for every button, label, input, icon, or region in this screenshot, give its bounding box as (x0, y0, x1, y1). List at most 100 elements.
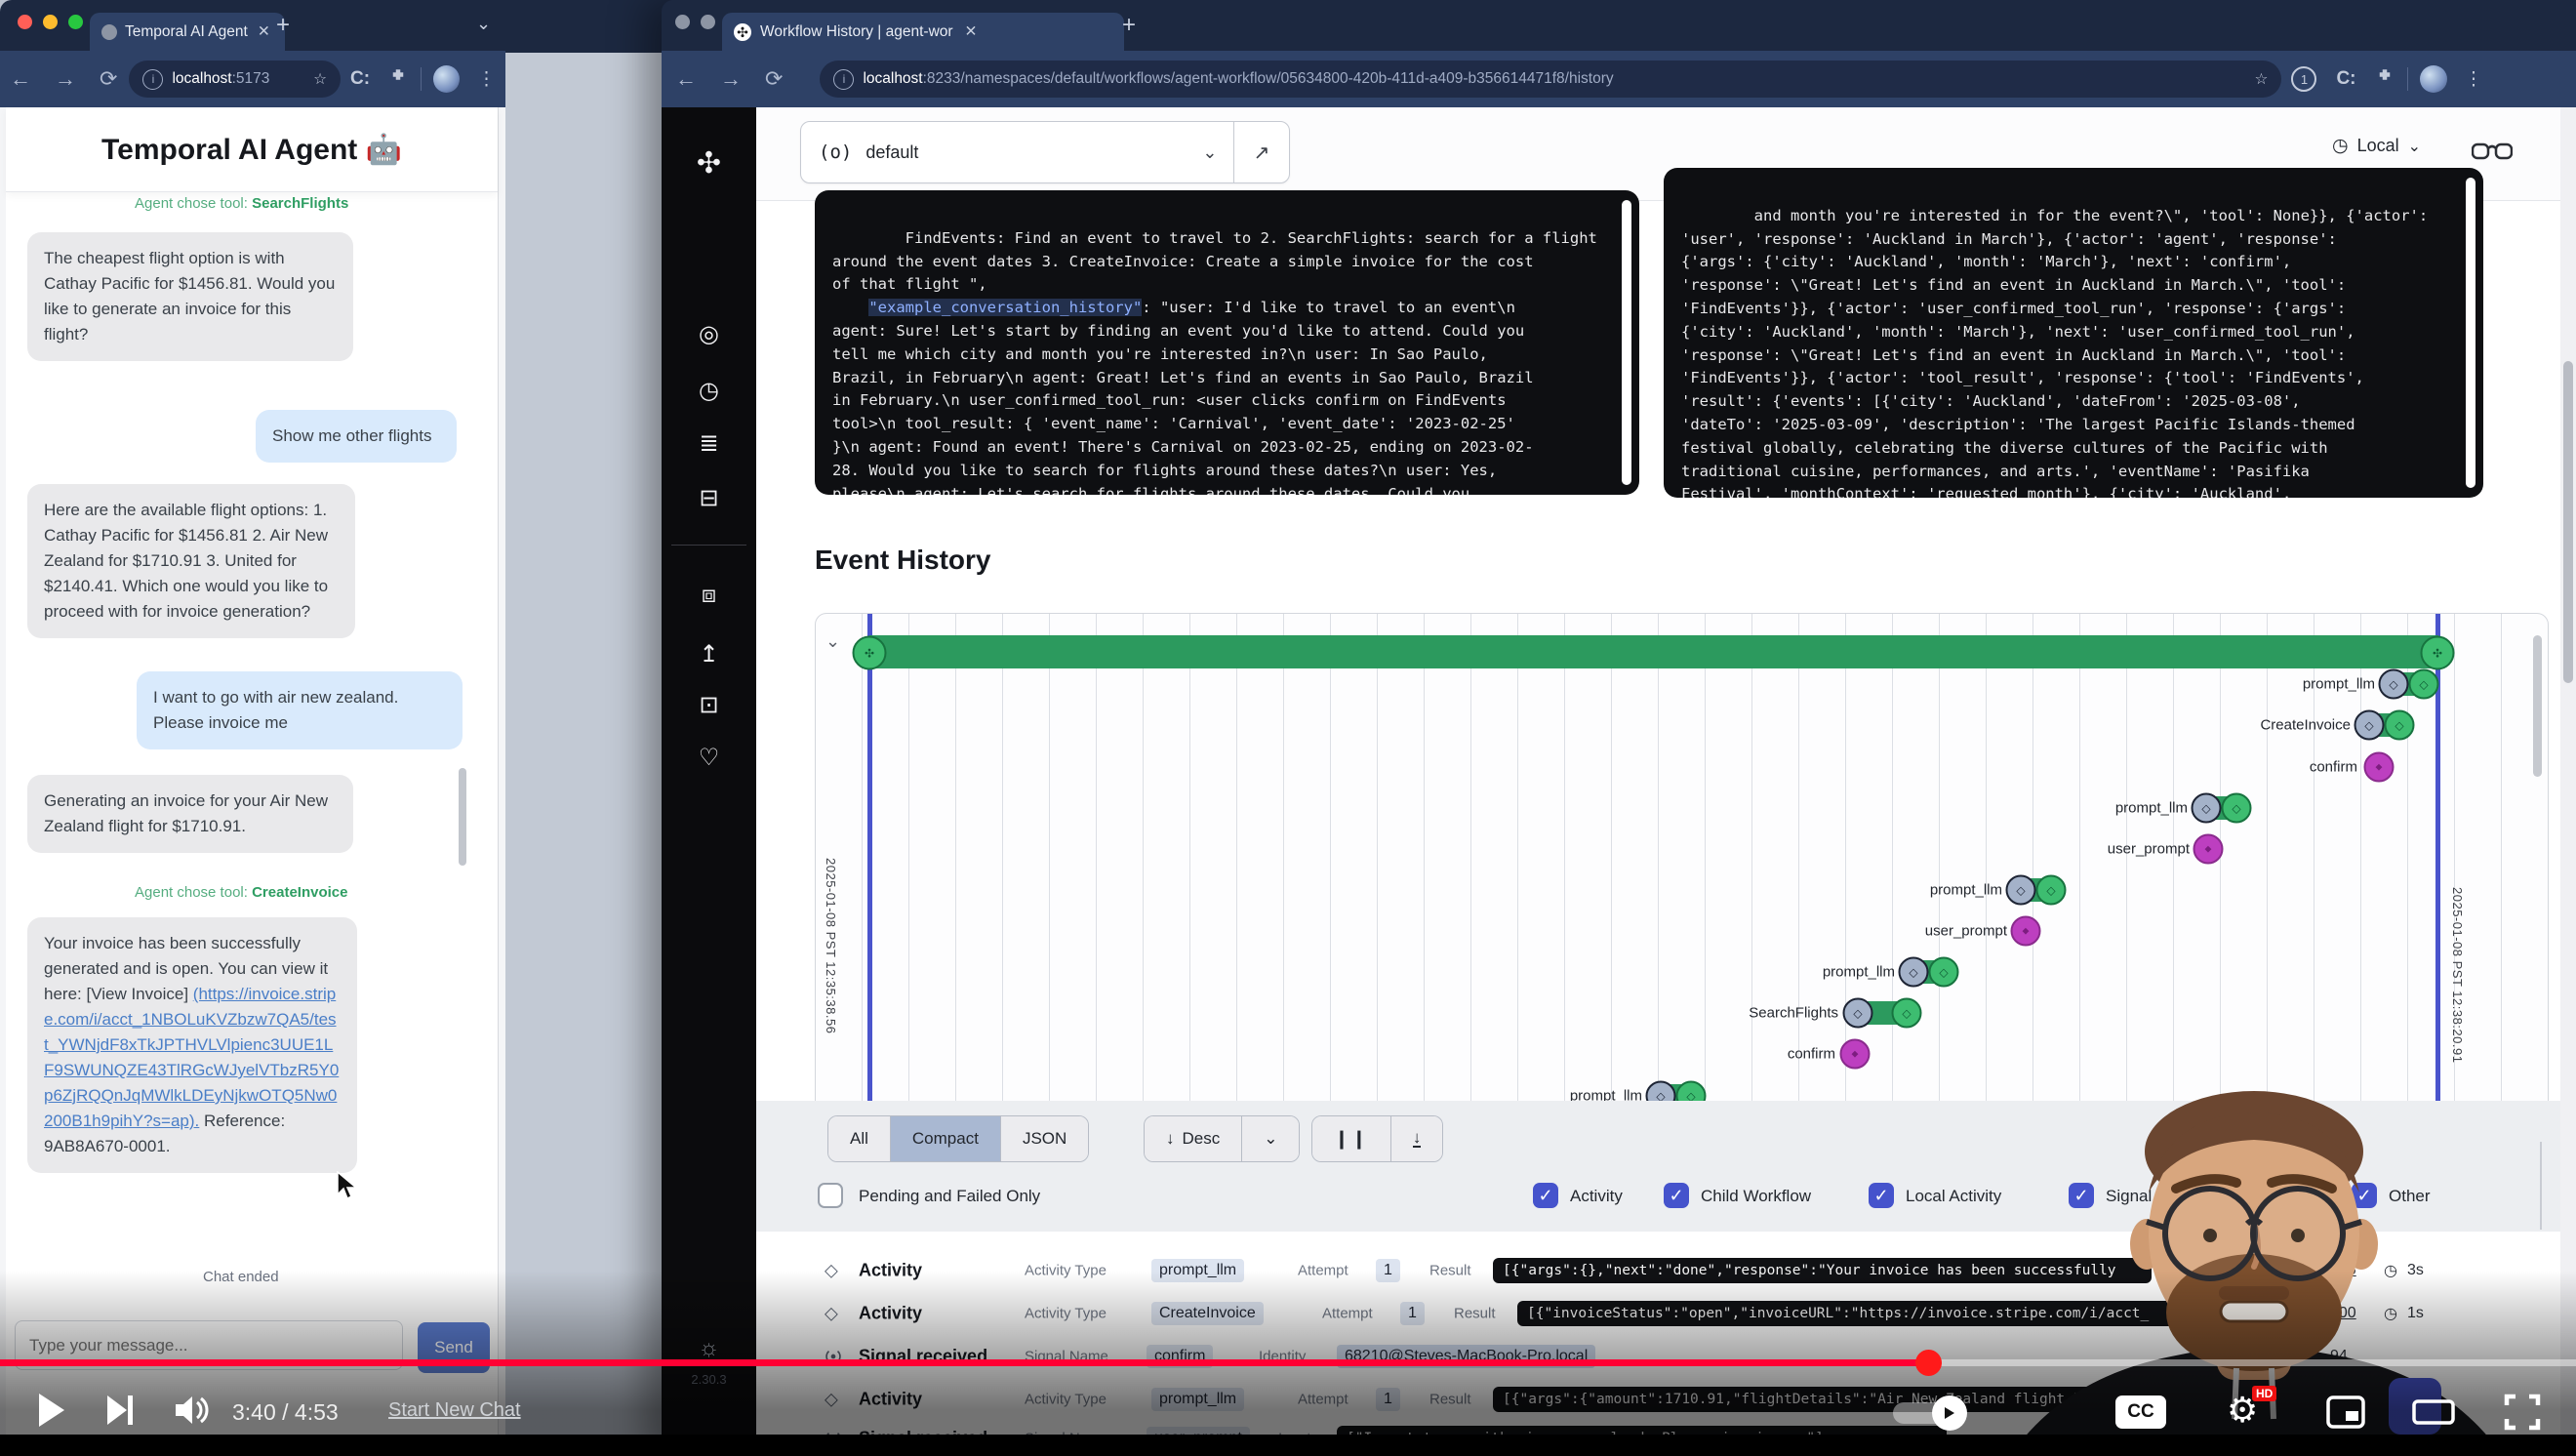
captions-button[interactable]: CC (2115, 1395, 2166, 1429)
activity-scheduled-marker[interactable]: ◇ (2006, 875, 2036, 906)
signal-marker[interactable]: ◆ (2011, 916, 2041, 947)
address-bar[interactable]: i localhost:5173 ☆ (129, 61, 341, 98)
close-window-button[interactable] (18, 15, 32, 29)
codeblock-scrollbar[interactable] (2466, 178, 2475, 488)
section-title: Event History (815, 545, 991, 576)
signal-marker[interactable]: ◆ (2364, 752, 2395, 783)
data-encoder-glasses-icon[interactable] (2472, 139, 2513, 162)
workflow-span-bar[interactable] (869, 635, 2438, 668)
sort-desc-button[interactable]: ↓ Desc (1145, 1116, 1242, 1161)
activity-scheduled-marker[interactable]: ◇ (1899, 957, 1929, 988)
namespace-chevron-down-icon[interactable]: ⌄ (1202, 142, 1217, 163)
reload-button[interactable]: ⟳ (100, 66, 117, 92)
autoplay-toggle[interactable] (1893, 1402, 1963, 1424)
open-namespace-external-icon[interactable]: ↗ (1234, 141, 1289, 165)
page-scrollbar-track[interactable] (2560, 107, 2576, 1456)
download-history-button[interactable]: ↓ (1391, 1116, 1443, 1161)
bookmark-star-icon[interactable]: ☆ (2255, 70, 2269, 89)
activity-scheduled-marker[interactable]: ◇ (1843, 998, 1873, 1029)
workflow-start-marker[interactable]: ✣ (853, 636, 887, 670)
site-info-icon[interactable]: i (833, 69, 854, 90)
pause-updates-button[interactable]: ❙❙ (1312, 1116, 1391, 1161)
extensions-puzzle-icon[interactable] (2376, 67, 2394, 91)
reload-button[interactable]: ⟳ (765, 66, 783, 92)
new-tab-button[interactable]: + (276, 12, 290, 39)
sidebar-import-icon[interactable]: ↥ (662, 640, 756, 668)
volume-icon[interactable] (174, 1394, 209, 1427)
password-manager-icon[interactable]: 1 (2291, 66, 2316, 92)
miniplayer-button[interactable] (2326, 1395, 2365, 1429)
tab-search-chevron-icon[interactable]: ⌄ (476, 14, 491, 34)
activity-completed-marker[interactable]: ◇ (2036, 875, 2067, 906)
minimize-window-button[interactable] (43, 15, 58, 29)
activity-scheduled-marker[interactable]: ◇ (2192, 793, 2222, 824)
user-message: I want to go with air new zealand. Pleas… (137, 671, 463, 749)
time-format-select[interactable]: ◷ Local ⌄ (2332, 135, 2421, 157)
menu-kebab-icon[interactable]: ⋮ (2465, 68, 2483, 91)
sidebar-favorites-icon[interactable]: ♡ (662, 744, 756, 772)
forward-button[interactable]: → (720, 66, 742, 92)
result-payload-codeblock[interactable]: and month you're interested in for the e… (1664, 168, 2483, 498)
menu-kebab-icon[interactable]: ⋮ (477, 68, 496, 91)
minimize-window-button[interactable] (701, 15, 715, 29)
input-payload-codeblock[interactable]: FindEvents: Find an event to travel to 2… (815, 190, 1639, 495)
site-info-icon[interactable]: i (142, 69, 163, 90)
fullscreen-button[interactable] (2504, 1394, 2541, 1431)
extension-c-icon[interactable]: C: (2336, 68, 2355, 90)
bookmark-star-icon[interactable]: ☆ (313, 70, 327, 89)
filter-activity-checkbox[interactable]: ✓ (1533, 1183, 1558, 1208)
sidebar-batch-icon[interactable]: ⊟ (662, 484, 756, 512)
progress-playhead[interactable] (1915, 1350, 1942, 1376)
sidebar-workflows-icon[interactable]: ◎ (662, 320, 756, 348)
signal-marker[interactable]: ◆ (1840, 1039, 1871, 1070)
timeline-scrollbar[interactable] (2533, 635, 2542, 777)
activity-completed-marker[interactable]: ◇ (2385, 710, 2415, 741)
profile-avatar[interactable] (2420, 65, 2447, 93)
extensions-puzzle-icon[interactable] (389, 67, 407, 91)
address-bar[interactable]: i localhost:8233/namespaces/default/work… (820, 61, 2281, 98)
view-tab-all[interactable]: All (828, 1116, 891, 1161)
next-button[interactable] (105, 1394, 135, 1427)
codeblock-scrollbar[interactable] (1622, 200, 1631, 485)
settings-gear-icon[interactable]: ⚙ HD (2227, 1392, 2258, 1429)
tab-close-icon[interactable]: ✕ (965, 22, 978, 41)
progress-bar[interactable] (0, 1359, 2576, 1366)
activity-completed-marker[interactable]: ◇ (1929, 957, 1959, 988)
play-button[interactable] (37, 1392, 66, 1429)
right-browser-tab[interactable]: ✣ Workflow History | agent-wor ✕ (722, 13, 1124, 51)
back-button[interactable]: ← (675, 66, 697, 92)
back-button[interactable]: ← (10, 66, 31, 92)
invoice-link[interactable]: (https://invoice.stripe.com/i/acct_1NBOL… (44, 985, 339, 1130)
activity-completed-marker[interactable]: ◇ (2222, 793, 2252, 824)
tab-close-icon[interactable]: ✕ (258, 22, 270, 41)
left-browser-tab[interactable]: Temporal AI Agent ✕ (90, 13, 285, 51)
namespace-value[interactable]: default (865, 142, 918, 163)
signal-marker[interactable]: ◆ (2194, 834, 2224, 865)
activity-completed-marker[interactable]: ◇ (2409, 669, 2439, 700)
zoom-window-button[interactable] (68, 15, 83, 29)
chat-scrollbar[interactable] (459, 768, 466, 866)
filter-child-workflow-checkbox[interactable]: ✓ (1664, 1183, 1689, 1208)
activity-completed-marker[interactable]: ◇ (1892, 998, 1922, 1029)
sidebar-codec-icon[interactable]: ⧈ (662, 582, 756, 609)
start-new-chat-link[interactable]: Start New Chat (388, 1399, 521, 1422)
activity-scheduled-marker[interactable]: ◇ (2379, 669, 2409, 700)
close-window-button[interactable] (675, 15, 690, 29)
pending-failed-checkbox[interactable] (818, 1183, 843, 1208)
sidebar-feedback-icon[interactable]: ⊡ (662, 691, 756, 719)
theater-mode-button[interactable] (2412, 1399, 2455, 1425)
expand-row-chevron-icon[interactable]: ⌄ (825, 631, 840, 652)
activity-scheduled-marker[interactable]: ◇ (2355, 710, 2385, 741)
sidebar-deployments-icon[interactable]: ≣ (662, 429, 756, 458)
extension-c-icon[interactable]: C: (350, 68, 370, 90)
filter-local-activity-checkbox[interactable]: ✓ (1869, 1183, 1894, 1208)
new-tab-button[interactable]: + (1122, 12, 1136, 39)
view-tab-compact[interactable]: Compact (891, 1116, 1001, 1161)
workflow-end-marker[interactable]: ✣ (2421, 636, 2455, 670)
sort-chevron-button[interactable]: ⌄ (1242, 1116, 1299, 1161)
forward-button[interactable]: → (55, 66, 76, 92)
profile-avatar[interactable] (433, 65, 460, 93)
view-tab-json[interactable]: JSON (1001, 1116, 1088, 1161)
page-scrollbar-thumb[interactable] (2563, 361, 2573, 683)
sidebar-schedules-icon[interactable]: ◷ (662, 377, 756, 405)
